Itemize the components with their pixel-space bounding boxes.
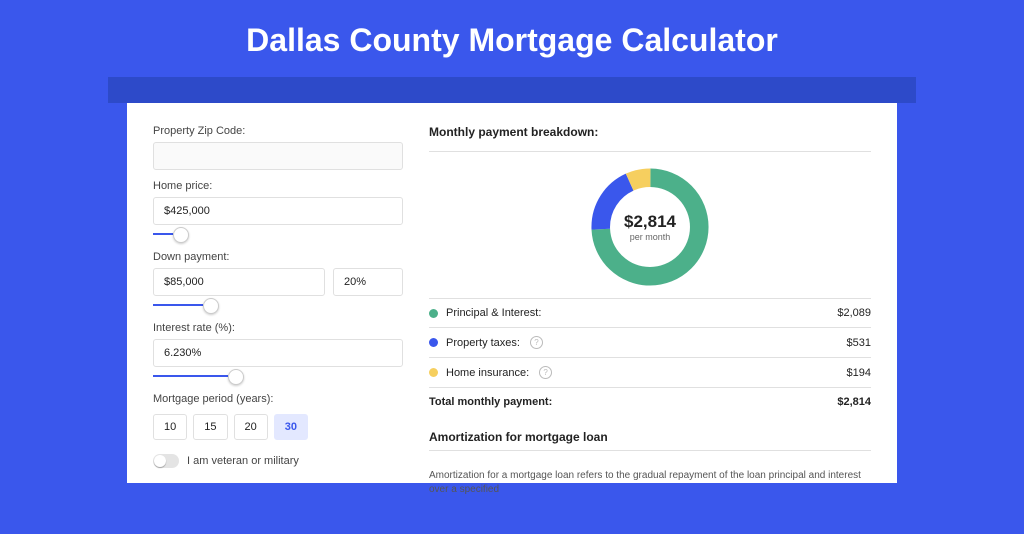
donut-center-caption: per month (630, 232, 671, 242)
legend-label: Property taxes: (446, 337, 520, 349)
header-accent-band (108, 77, 916, 103)
legend-row-taxes: Property taxes: ? $531 (429, 327, 871, 357)
zip-label: Property Zip Code: (153, 125, 403, 137)
donut-center-amount: $2,814 (624, 212, 676, 232)
interest-rate-slider[interactable] (153, 369, 403, 383)
home-price-slider[interactable] (153, 227, 403, 241)
legend: Principal & Interest: $2,089 Property ta… (429, 298, 871, 416)
period-30-button[interactable]: 30 (274, 414, 308, 440)
form-panel: Property Zip Code: Home price: $425,000 … (153, 125, 403, 483)
amortization-title: Amortization for mortgage loan (429, 430, 871, 444)
veteran-toggle[interactable] (153, 454, 179, 468)
down-payment-input[interactable]: $85,000 (153, 268, 325, 296)
divider (429, 450, 871, 451)
mortgage-period-label: Mortgage period (years): (153, 393, 403, 405)
dot-icon (429, 309, 438, 318)
page-title: Dallas County Mortgage Calculator (0, 22, 1024, 59)
interest-rate-input[interactable]: 6.230% (153, 339, 403, 367)
calculator-card: Property Zip Code: Home price: $425,000 … (127, 103, 897, 483)
divider (429, 151, 871, 152)
period-10-button[interactable]: 10 (153, 414, 187, 440)
results-panel: Monthly payment breakdown: $2,814 per mo… (429, 125, 871, 483)
donut-chart: $2,814 per month (585, 162, 715, 292)
mortgage-period-group: 10 15 20 30 (153, 414, 403, 440)
home-price-label: Home price: (153, 180, 403, 192)
veteran-toggle-label: I am veteran or military (187, 455, 299, 467)
interest-rate-label: Interest rate (%): (153, 322, 403, 334)
legend-label: Principal & Interest: (446, 307, 541, 319)
home-price-input[interactable]: $425,000 (153, 197, 403, 225)
down-payment-slider[interactable] (153, 298, 403, 312)
legend-value: $531 (847, 337, 871, 349)
amortization-text: Amortization for a mortgage loan refers … (429, 469, 871, 497)
period-15-button[interactable]: 15 (193, 414, 227, 440)
donut-chart-wrap: $2,814 per month (429, 158, 871, 298)
help-icon[interactable]: ? (539, 366, 552, 379)
period-20-button[interactable]: 20 (234, 414, 268, 440)
legend-label: Home insurance: (446, 367, 529, 379)
breakdown-title: Monthly payment breakdown: (429, 125, 871, 139)
down-payment-label: Down payment: (153, 251, 403, 263)
down-payment-pct-input[interactable]: 20% (333, 268, 403, 296)
zip-input[interactable] (153, 142, 403, 170)
legend-total-value: $2,814 (837, 396, 871, 408)
dot-icon (429, 368, 438, 377)
dot-icon (429, 338, 438, 347)
legend-value: $2,089 (837, 307, 871, 319)
legend-row-insurance: Home insurance: ? $194 (429, 357, 871, 387)
help-icon[interactable]: ? (530, 336, 543, 349)
legend-row-principal: Principal & Interest: $2,089 (429, 298, 871, 327)
legend-total-label: Total monthly payment: (429, 396, 552, 408)
legend-value: $194 (847, 367, 871, 379)
legend-row-total: Total monthly payment: $2,814 (429, 387, 871, 416)
